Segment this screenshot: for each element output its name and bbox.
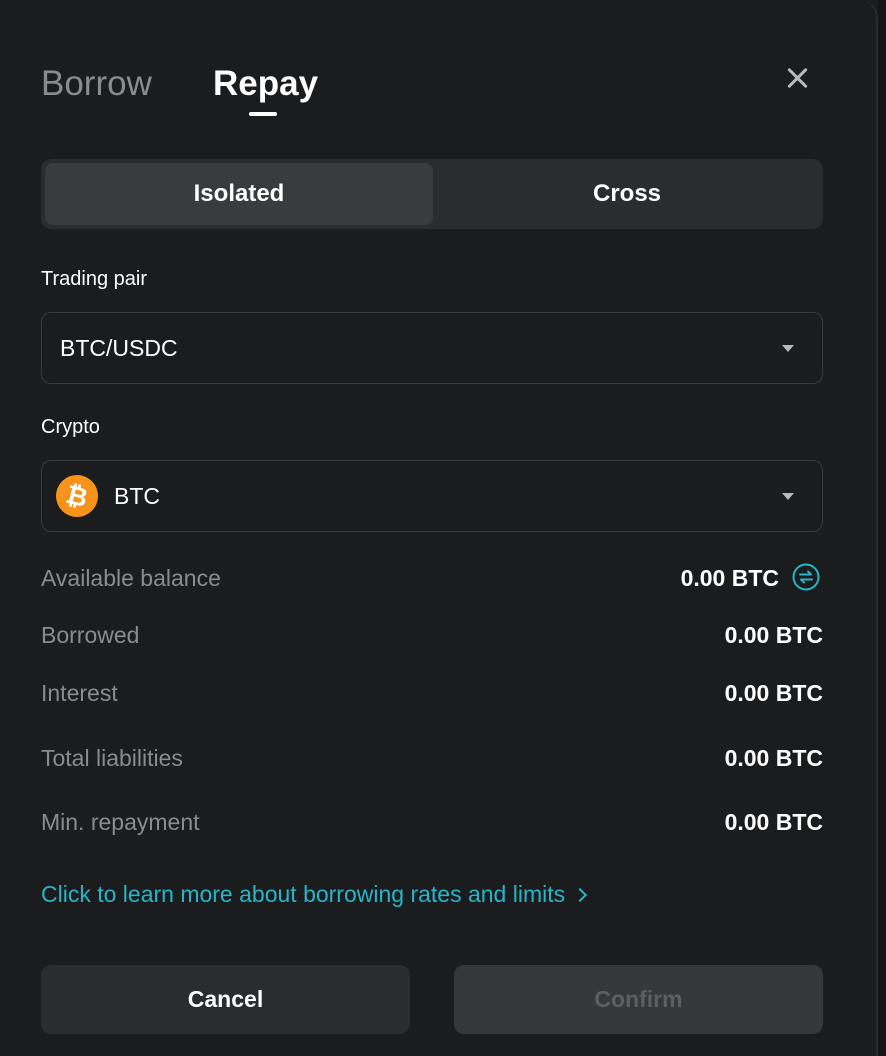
bitcoin-icon: ₿ [51, 470, 103, 522]
margin-mode-toggle: Isolated Cross [41, 159, 823, 229]
trading-pair-label: Trading pair [41, 268, 147, 290]
transfer-icon[interactable] [792, 563, 820, 591]
min-repayment-label: Min. repayment [41, 809, 200, 835]
window-edge [878, 0, 886, 1056]
trading-pair-select[interactable]: BTC/USDC [41, 312, 823, 384]
interest-value: 0.00 BTC [724, 680, 823, 706]
tab-repay[interactable]: Repay [213, 62, 318, 106]
chevron-down-icon [782, 493, 794, 500]
crypto-value: BTC [114, 483, 160, 509]
trading-pair-value: BTC/USDC [60, 335, 178, 361]
close-icon[interactable] [782, 62, 814, 94]
learn-more-link[interactable]: Click to learn more about borrowing rate… [41, 876, 588, 912]
interest-row: Interest 0.00 BTC [41, 675, 823, 711]
chevron-right-icon [573, 887, 588, 903]
borrowed-value: 0.00 BTC [724, 622, 823, 648]
total-liabilities-value: 0.00 BTC [724, 745, 823, 771]
tab-borrow[interactable]: Borrow [41, 62, 152, 106]
available-balance-value: 0.00 BTC [680, 565, 779, 591]
crypto-label: Crypto [41, 416, 100, 438]
total-liabilities-row: Total liabilities 0.00 BTC [41, 740, 823, 776]
crypto-select[interactable]: ₿ BTC [41, 460, 823, 532]
confirm-button[interactable]: Confirm [454, 965, 823, 1034]
borrowed-row: Borrowed 0.00 BTC [41, 617, 823, 653]
total-liabilities-label: Total liabilities [41, 745, 183, 771]
repay-modal: Borrow Repay Isolated Cross Trading pair… [0, 0, 878, 1056]
chevron-down-icon [782, 345, 794, 352]
active-tab-indicator [249, 112, 277, 116]
borrowed-label: Borrowed [41, 622, 140, 648]
available-balance-label: Available balance [41, 565, 221, 591]
min-repayment-row: Min. repayment 0.00 BTC [41, 804, 823, 840]
cross-button[interactable]: Cross [433, 163, 821, 225]
cancel-button[interactable]: Cancel [41, 965, 410, 1034]
min-repayment-value: 0.00 BTC [724, 809, 823, 835]
learn-more-text: Click to learn more about borrowing rate… [41, 881, 566, 907]
isolated-button[interactable]: Isolated [45, 163, 433, 225]
interest-label: Interest [41, 680, 118, 706]
available-balance-row: Available balance 0.00 BTC [41, 560, 823, 596]
